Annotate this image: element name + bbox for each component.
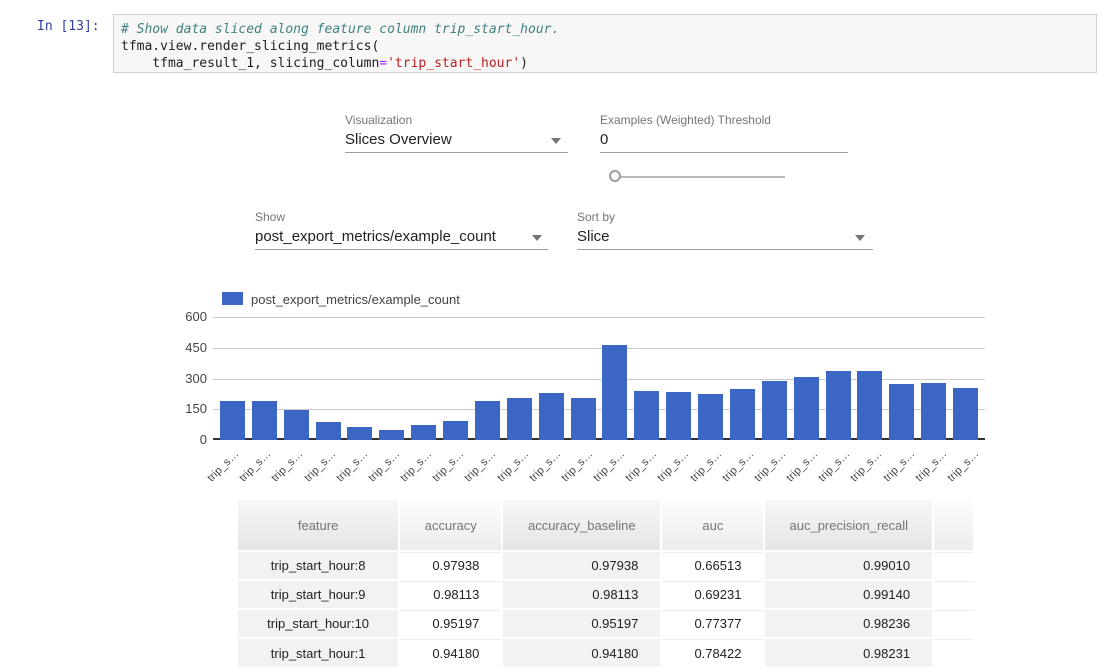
bar[interactable]	[284, 410, 309, 440]
bar[interactable]	[634, 391, 659, 440]
y-tick-label: 300	[165, 371, 207, 386]
metric-cell: 0.98236	[764, 609, 933, 638]
metrics-table-header: featureaccuracyaccuracy_baselineaucauc_p…	[237, 500, 973, 551]
table-row: trip_start_hour:10.941800.941800.784220.…	[237, 638, 973, 667]
bar[interactable]	[666, 392, 691, 440]
code-equals-operator: =	[379, 56, 387, 71]
code-editor[interactable]: # Show data sliced along feature column …	[113, 14, 1097, 73]
metric-cell: 0.97938	[502, 551, 661, 580]
threshold-slider-track[interactable]	[612, 176, 785, 178]
metric-cell: 0.99010	[764, 551, 933, 580]
feature-cell: trip_start_hour:1	[237, 638, 399, 667]
feature-cell: trip_start_hour:8	[237, 551, 399, 580]
metric-cell: 0.95197	[399, 609, 502, 638]
metric-cell: 0.98113	[502, 580, 661, 609]
bar[interactable]	[539, 393, 564, 440]
threshold-label: Examples (Weighted) Threshold	[600, 113, 771, 127]
table-row: trip_start_hour:100.951970.951970.773770…	[237, 609, 973, 638]
table-row: trip_start_hour:80.979380.979380.665130.…	[237, 551, 973, 580]
show-label: Show	[255, 210, 285, 224]
metric-cell: 0.94180	[399, 638, 502, 667]
column-header[interactable]: auc_precision_recall	[764, 500, 933, 551]
sort-by-label: Sort by	[577, 210, 615, 224]
visualization-dropdown[interactable]: Slices Overview	[345, 131, 452, 148]
metric-cell: 0.78422	[661, 638, 764, 667]
y-tick-label: 450	[165, 340, 207, 355]
bar[interactable]	[794, 377, 819, 440]
threshold-underline	[600, 152, 848, 153]
chevron-down-icon[interactable]	[855, 235, 865, 241]
y-tick-label: 150	[165, 401, 207, 416]
bar[interactable]	[826, 371, 851, 440]
bar[interactable]	[698, 394, 723, 440]
bar[interactable]	[252, 401, 277, 440]
metric-cell: 0.98231	[764, 638, 933, 667]
code-string-literal: 'trip_start_hour'	[387, 56, 520, 71]
bar[interactable]	[347, 427, 372, 440]
metric-cell: 0.77377	[661, 609, 764, 638]
bar[interactable]	[762, 381, 787, 440]
column-header[interactable]: accuracy_baseline	[502, 500, 661, 551]
bar[interactable]	[379, 430, 404, 440]
chart-x-labels: trip_s…trip_s…trip_s…trip_s…trip_s…trip_…	[213, 446, 985, 486]
code-comment: # Show data sliced along feature column …	[121, 22, 559, 37]
metric-cell: 0.98113	[399, 580, 502, 609]
sort-by-underline	[577, 249, 873, 250]
bar[interactable]	[475, 401, 500, 440]
column-header[interactable]: accuracy	[399, 500, 502, 551]
show-underline	[255, 249, 548, 250]
bar[interactable]	[730, 389, 755, 440]
chevron-down-icon[interactable]	[551, 138, 561, 144]
code-line3: tfma_result_1, slicing_column	[121, 56, 379, 71]
chart-bars	[213, 317, 985, 440]
metric-cell: 0.69231	[661, 580, 764, 609]
show-dropdown[interactable]: post_export_metrics/example_count	[255, 228, 496, 245]
column-header[interactable]: average_los	[933, 500, 973, 551]
bar[interactable]	[571, 398, 596, 440]
column-header[interactable]: feature	[237, 500, 399, 551]
bar[interactable]	[507, 398, 532, 440]
column-header[interactable]: auc	[661, 500, 764, 551]
metric-cell: 0.1111	[933, 551, 973, 580]
metric-cell: 0.66513	[661, 551, 764, 580]
metrics-table: featureaccuracyaccuracy_baselineaucauc_p…	[236, 500, 973, 668]
metric-cell: 0.95197	[502, 609, 661, 638]
feature-cell: trip_start_hour:10	[237, 609, 399, 638]
bar[interactable]	[602, 345, 627, 440]
bar[interactable]	[443, 421, 468, 440]
chevron-down-icon[interactable]	[532, 235, 542, 241]
bar[interactable]	[921, 383, 946, 440]
code-close-paren: )	[520, 56, 528, 71]
cell-input-prompt: In [13]:	[37, 19, 100, 34]
legend-swatch	[222, 292, 243, 305]
bar[interactable]	[220, 401, 245, 440]
metric-cell: 0.97938	[399, 551, 502, 580]
metric-cell: 0.99140	[764, 580, 933, 609]
metric-cell: 0.1901	[933, 638, 973, 667]
feature-cell: trip_start_hour:9	[237, 580, 399, 609]
bar[interactable]	[411, 425, 436, 440]
metric-cell: 0.1541	[933, 609, 973, 638]
code-line2: tfma.view.render_slicing_metrics(	[121, 39, 379, 54]
bar[interactable]	[953, 388, 978, 440]
sort-by-dropdown[interactable]: Slice	[577, 228, 610, 245]
metric-cell: 0.94180	[502, 638, 661, 667]
threshold-input[interactable]: 0	[600, 131, 608, 148]
legend-label: post_export_metrics/example_count	[251, 292, 460, 307]
table-row: trip_start_hour:90.981130.981130.692310.…	[237, 580, 973, 609]
visualization-label: Visualization	[345, 113, 412, 127]
visualization-underline	[345, 152, 568, 153]
y-tick-label: 0	[165, 432, 207, 447]
y-tick-label: 600	[165, 309, 207, 324]
threshold-slider-handle[interactable]	[609, 170, 621, 182]
metric-cell: 0.0892	[933, 580, 973, 609]
bar[interactable]	[316, 422, 341, 440]
bar[interactable]	[889, 384, 914, 440]
bar[interactable]	[857, 371, 882, 440]
